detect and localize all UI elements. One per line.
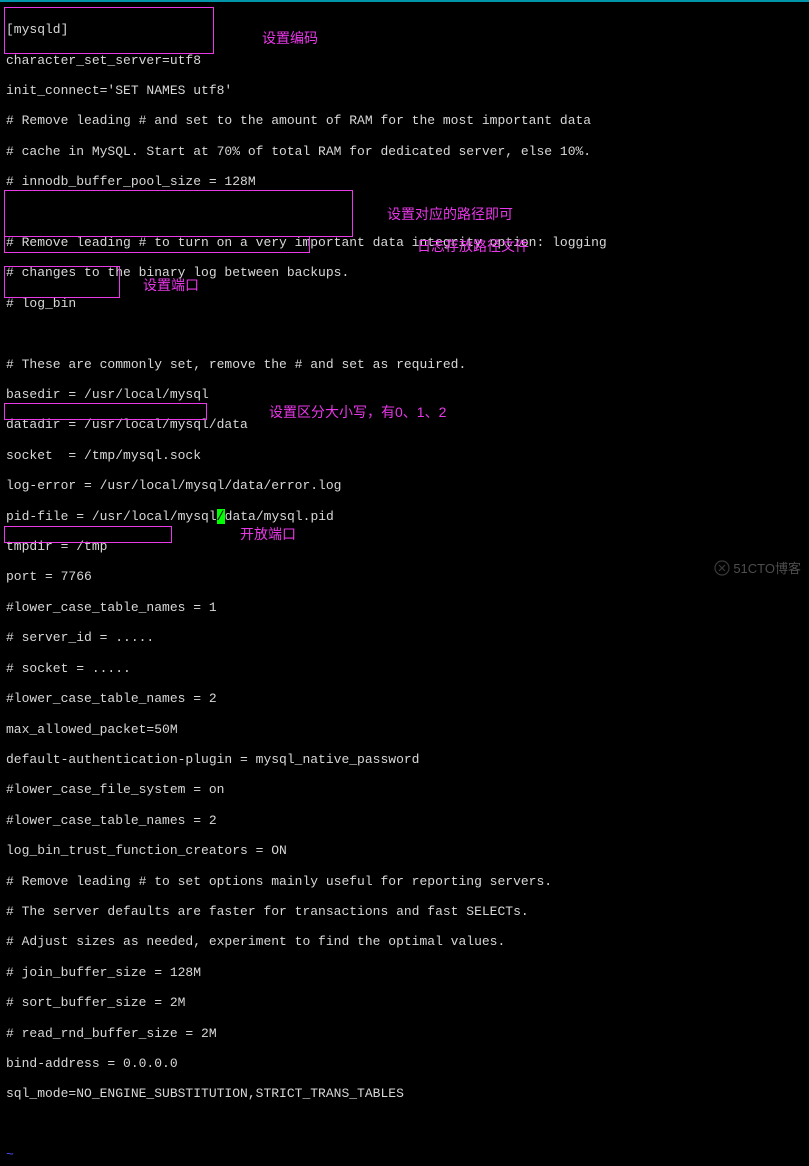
config-line [6, 326, 803, 341]
config-line: socket = /tmp/mysql.sock [6, 448, 803, 463]
config-line: pid-file = /usr/local/mysql/data/mysql.p… [6, 509, 803, 524]
watermark-text: 51CTO博客 [733, 561, 801, 576]
config-line: # cache in MySQL. Start at 70% of total … [6, 144, 803, 159]
config-line: log_bin_trust_function_creators = ON [6, 843, 803, 858]
watermark-icon: 51CTO博客 [714, 558, 801, 577]
config-line: # Remove leading # to turn on a very imp… [6, 235, 803, 250]
config-line: # changes to the binary log between back… [6, 265, 803, 280]
config-line: #lower_case_table_names = 2 [6, 813, 803, 828]
config-line: character_set_server=utf8 [6, 53, 803, 68]
config-line: max_allowed_packet=50M [6, 722, 803, 737]
config-line: default-authentication-plugin = mysql_na… [6, 752, 803, 767]
config-line: log-error = /usr/local/mysql/data/error.… [6, 478, 803, 493]
config-line: # Remove leading # and set to the amount… [6, 113, 803, 128]
config-line: [mysqld] [6, 22, 803, 37]
config-line: bind-address = 0.0.0.0 [6, 1056, 803, 1071]
terminal-output: [mysqld] character_set_server=utf8 init_… [0, 2, 809, 1166]
config-line: #lower_case_file_system = on [6, 782, 803, 797]
config-line: # read_rnd_buffer_size = 2M [6, 1026, 803, 1041]
config-line: # join_buffer_size = 128M [6, 965, 803, 980]
config-line: # innodb_buffer_pool_size = 128M [6, 174, 803, 189]
vim-tilde: ~ [6, 1147, 803, 1162]
config-line: # Remove leading # to set options mainly… [6, 874, 803, 889]
config-line: tmpdir = /tmp [6, 539, 803, 554]
config-line: # Adjust sizes as needed, experiment to … [6, 934, 803, 949]
config-line: # sort_buffer_size = 2M [6, 995, 803, 1010]
config-line: init_connect='SET NAMES utf8' [6, 83, 803, 98]
config-line: port = 7766 [6, 569, 803, 584]
config-line: # The server defaults are faster for tra… [6, 904, 803, 919]
config-line: # server_id = ..... [6, 630, 803, 645]
config-line: basedir = /usr/local/mysql [6, 387, 803, 402]
config-line: # socket = ..... [6, 661, 803, 676]
config-line: #lower_case_table_names = 2 [6, 691, 803, 706]
config-line: #lower_case_table_names = 1 [6, 600, 803, 615]
config-line [6, 1117, 803, 1132]
config-line: sql_mode=NO_ENGINE_SUBSTITUTION,STRICT_T… [6, 1086, 803, 1101]
config-line [6, 205, 803, 220]
config-line: # These are commonly set, remove the # a… [6, 357, 803, 372]
config-line: # log_bin [6, 296, 803, 311]
terminal-cursor: / [217, 509, 225, 524]
config-line: datadir = /usr/local/mysql/data [6, 417, 803, 432]
